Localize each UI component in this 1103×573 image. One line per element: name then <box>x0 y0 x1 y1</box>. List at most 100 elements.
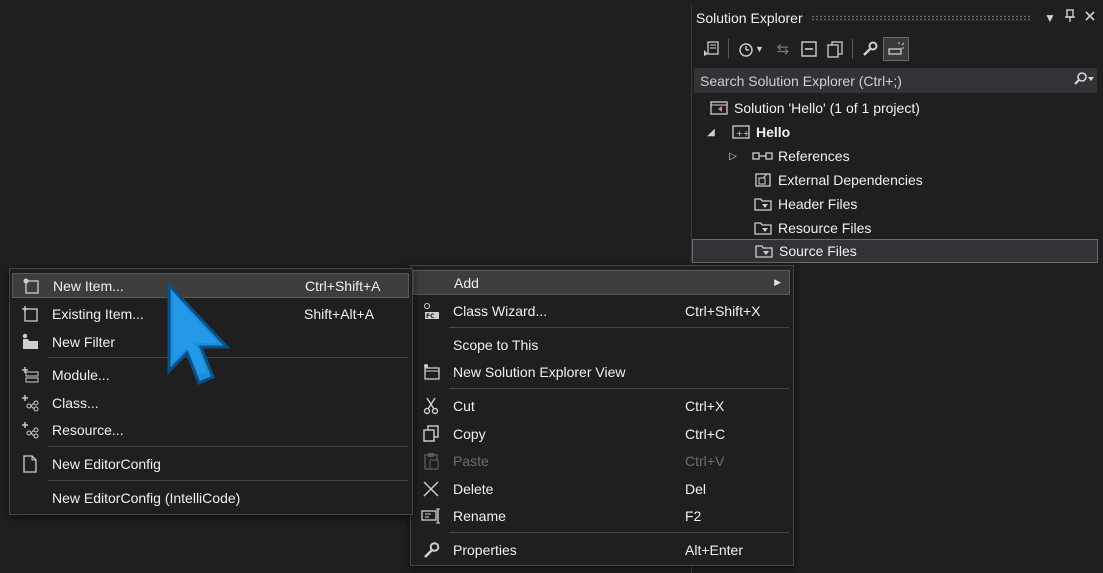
menu-item-shortcut: Alt+Enter <box>685 541 743 558</box>
svg-text:FC: FC <box>426 313 435 320</box>
titlebar-grip[interactable] <box>810 14 1032 21</box>
menu-item-delete[interactable]: Delete Del <box>413 476 790 501</box>
filter-folder-icon <box>752 195 774 213</box>
search-box[interactable]: Search Solution Explorer (Ctrl+;) <box>694 68 1097 93</box>
chevron-down-icon[interactable]: ▼ <box>755 44 764 54</box>
collapse-all-icon[interactable] <box>796 37 822 61</box>
menu-item-cut[interactable]: Cut Ctrl+X <box>413 393 790 418</box>
menu-item-rename[interactable]: Rename F2 <box>413 503 790 528</box>
show-all-files-icon[interactable] <box>822 37 848 61</box>
menu-item-new-solution-explorer-view[interactable]: New Solution Explorer View <box>413 359 790 384</box>
collapsed-icon[interactable]: ▷ <box>726 151 740 162</box>
solution-explorer-title: Solution Explorer <box>696 9 803 26</box>
menu-separator <box>48 480 408 481</box>
wrench-icon <box>413 539 449 561</box>
expanded-icon[interactable]: ◢ <box>704 127 718 138</box>
toolbar-separator <box>851 39 853 59</box>
menu-item-shortcut: Ctrl+X <box>685 397 725 414</box>
menu-item-new-editorconfig-intellicode[interactable]: New EditorConfig (IntelliCode) <box>12 485 409 510</box>
close-icon[interactable] <box>1080 10 1100 25</box>
menu-item-label: Paste <box>453 452 489 469</box>
menu-item-label: New Item... <box>53 277 124 294</box>
menu-item-label: Class Wizard... <box>453 302 548 319</box>
menu-item-shortcut: Ctrl+Shift+A <box>305 277 381 294</box>
svg-text:++: ++ <box>736 129 749 138</box>
menu-item-label: Existing Item... <box>52 305 144 322</box>
menu-item-label: New Solution Explorer View <box>453 363 626 380</box>
filter-folder-icon <box>753 242 775 260</box>
context-menu: Add ▶ FC Class Wizard... Ctrl+Shift+X Sc… <box>410 265 794 566</box>
scissors-icon <box>413 395 449 417</box>
menu-item-class[interactable]: Class... <box>12 390 409 415</box>
menu-item-properties[interactable]: Properties Alt+Enter <box>413 537 790 562</box>
mouse-cursor-icon <box>167 283 231 385</box>
tree-item-label: Hello <box>756 124 791 140</box>
file-icon <box>12 453 48 475</box>
tree-item-label: Source Files <box>779 243 857 259</box>
preview-selected-icon[interactable] <box>882 37 909 61</box>
menu-item-label: Delete <box>453 480 494 497</box>
properties-icon[interactable] <box>857 37 883 61</box>
menu-separator <box>48 446 408 447</box>
delete-x-icon <box>413 478 449 500</box>
menu-separator <box>449 327 789 328</box>
tree-item-label: References <box>778 148 850 164</box>
tree-item-label: Solution 'Hello' (1 of 1 project) <box>734 100 920 116</box>
new-view-icon <box>413 361 449 383</box>
menu-item-new-editorconfig[interactable]: New EditorConfig <box>12 451 409 476</box>
menu-item-label: New EditorConfig (IntelliCode) <box>52 489 241 506</box>
menu-item-label: New Filter <box>52 333 116 350</box>
tree-item-source-files[interactable]: Source Files <box>692 239 1098 263</box>
menu-item-add[interactable]: Add ▶ <box>413 270 790 295</box>
rename-icon <box>413 505 449 527</box>
menu-item-label: Cut <box>453 397 475 414</box>
submenu-arrow-icon: ▶ <box>774 277 781 287</box>
external-dependencies-icon <box>752 171 774 189</box>
toolbar-separator <box>728 39 729 59</box>
solution-icon <box>708 99 730 117</box>
filter-folder-icon <box>752 219 774 237</box>
tree-item-label: Header Files <box>778 196 858 212</box>
menu-separator <box>449 388 789 389</box>
menu-item-class-wizard[interactable]: FC Class Wizard... Ctrl+Shift+X <box>413 298 790 323</box>
menu-item-label: Copy <box>453 425 486 442</box>
sync-icon[interactable]: ⇆ <box>770 37 796 61</box>
resource-icon <box>12 419 48 441</box>
menu-item-shortcut: Ctrl+Shift+X <box>685 302 761 319</box>
tree-item-project[interactable]: ◢ ++ Hello <box>692 120 1103 144</box>
tree-item-header-files[interactable]: Header Files <box>692 192 1103 216</box>
references-icon <box>752 147 774 165</box>
tree-item-label: External Dependencies <box>778 172 923 188</box>
menu-item-label: Resource... <box>52 421 124 438</box>
new-item-icon <box>13 275 49 297</box>
solution-explorer-toolbar: ▼ ⇆ <box>692 34 1100 64</box>
menu-item-shortcut: Ctrl+C <box>685 425 726 442</box>
menu-item-label: Scope to This <box>453 336 539 353</box>
menu-item-label: Rename <box>453 507 506 524</box>
tree-item-label: Resource Files <box>778 220 872 236</box>
menu-item-shortcut: Ctrl+V <box>685 452 725 469</box>
menu-item-scope-to-this[interactable]: Scope to This <box>413 332 790 357</box>
menu-item-paste[interactable]: Paste Ctrl+V <box>413 448 790 473</box>
menu-item-copy[interactable]: Copy Ctrl+C <box>413 421 790 446</box>
menu-item-resource[interactable]: Resource... <box>12 417 409 442</box>
search-icon[interactable] <box>1071 72 1097 89</box>
class-wizard-icon: FC <box>413 300 449 322</box>
class-icon <box>12 392 48 414</box>
menu-item-label: Module... <box>52 366 110 383</box>
tree-item-solution[interactable]: Solution 'Hello' (1 of 1 project) <box>692 96 1103 120</box>
dropdown-icon[interactable]: ▼ <box>1040 11 1060 25</box>
menu-item-shortcut: F2 <box>685 507 702 524</box>
menu-item-shortcut: Shift+Alt+A <box>304 305 375 322</box>
menu-item-label: New EditorConfig <box>52 455 161 472</box>
tree-item-references[interactable]: ▷ References <box>692 144 1103 168</box>
pin-icon[interactable] <box>1060 9 1080 26</box>
search-input[interactable]: Search Solution Explorer (Ctrl+;) <box>700 73 1071 89</box>
solution-explorer-titlebar: Solution Explorer ▼ <box>692 5 1100 30</box>
tree-item-resource-files[interactable]: Resource Files <box>692 216 1103 240</box>
copy-icon <box>413 423 449 445</box>
tree-item-external-dependencies[interactable]: External Dependencies <box>692 168 1103 192</box>
switch-views-icon[interactable] <box>698 37 724 61</box>
menu-item-label: Properties <box>453 541 517 558</box>
module-icon <box>12 364 48 386</box>
